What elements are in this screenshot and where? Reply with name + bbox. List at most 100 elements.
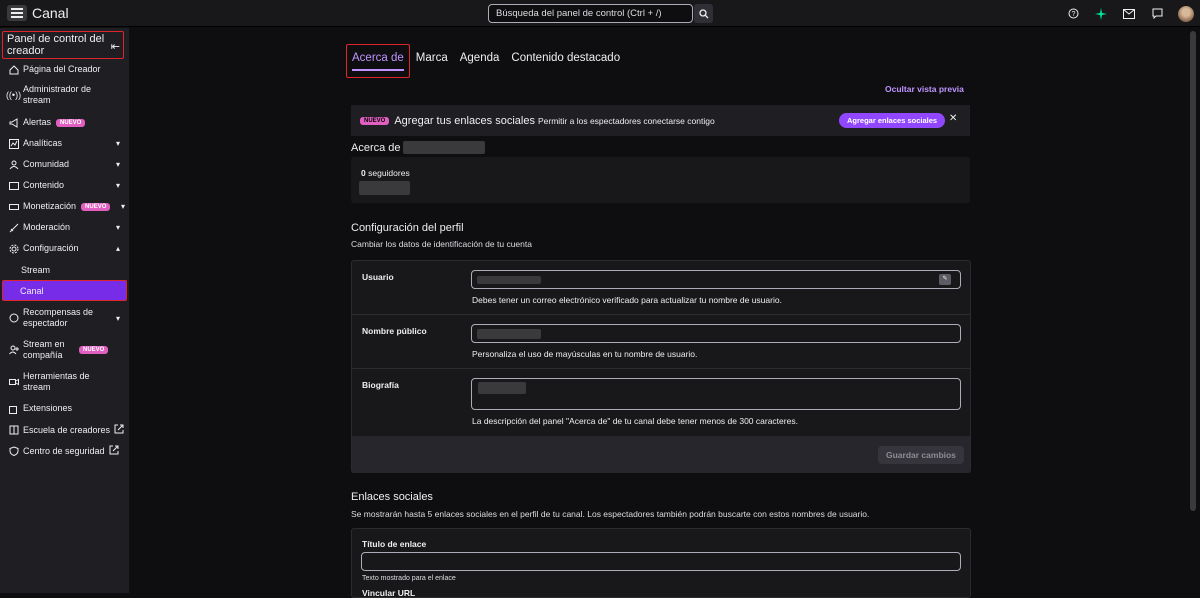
- scroll-thumb[interactable]: [1190, 31, 1196, 511]
- rewards-icon: [8, 313, 19, 324]
- sidebar-item-label: Comunidad: [23, 159, 70, 169]
- sidebar-item-label: Contenido: [23, 180, 65, 190]
- username-label: Usuario: [362, 272, 394, 282]
- display-name-field[interactable]: [471, 324, 961, 343]
- sidebar-item-viewer-rewards[interactable]: Recompensas de espectador ▾: [0, 306, 129, 330]
- puzzle-icon: [8, 403, 19, 414]
- external-link-icon: [114, 424, 124, 436]
- chat-icon[interactable]: [1150, 7, 1164, 21]
- chevron-down-icon: ▾: [115, 160, 120, 169]
- sidebar-item-label: Escuela de creadores: [23, 424, 111, 435]
- tab-featured-content[interactable]: Contenido destacado: [505, 44, 626, 78]
- edit-icon[interactable]: ✎: [939, 274, 951, 285]
- content-icon: [8, 180, 19, 191]
- link-title-label: Título de enlace: [362, 539, 427, 549]
- sidebar-item-stream-manager[interactable]: ((•)) Administrador de stream: [0, 83, 129, 107]
- sidebar-item-settings[interactable]: Configuración ▴: [0, 243, 129, 254]
- social-links-desc: Se mostrarán hasta 5 enlaces sociales en…: [351, 509, 870, 519]
- sidebar-item-content[interactable]: Contenido ▾: [0, 180, 129, 191]
- sidebar-item-label: Herramientas de stream: [23, 371, 90, 392]
- money-icon: [8, 201, 19, 212]
- broadcast-icon: ((•)): [5, 90, 22, 100]
- panel-footer: Guardar cambios: [352, 436, 970, 473]
- sidebar-item-community[interactable]: Comunidad ▾: [0, 159, 129, 170]
- gear-icon: [8, 243, 19, 254]
- megaphone-icon: [8, 117, 19, 128]
- sidebar-item-label: Administrador de stream: [23, 84, 92, 105]
- tab-about[interactable]: Acerca de: [346, 44, 410, 78]
- about-heading: Acerca de: [351, 141, 485, 154]
- divider: [352, 314, 970, 315]
- sidebar-item-creator-page[interactable]: Página del Creador: [0, 64, 129, 75]
- redacted-bio: [478, 382, 526, 394]
- sidebar-item-analytics[interactable]: Analíticas ▾: [0, 138, 129, 149]
- about-preview-card: 0 seguidores: [351, 157, 970, 203]
- bio-label: Biografía: [362, 380, 399, 390]
- tab-brand[interactable]: Marca: [410, 44, 454, 78]
- new-badge: NUEVO: [81, 202, 111, 211]
- sidebar-item-label: Recompensas de espectador: [23, 307, 94, 328]
- sidebar-item-extensions[interactable]: Extensiones: [0, 403, 129, 414]
- chevron-up-icon: ▴: [115, 244, 120, 253]
- menu-icon[interactable]: [7, 5, 27, 21]
- bio-textarea[interactable]: [471, 378, 961, 410]
- community-icon: [8, 159, 19, 170]
- tab-schedule[interactable]: Agenda: [454, 44, 506, 78]
- profile-settings-panel: Usuario ✎ Debes tener un correo electrón…: [351, 260, 971, 473]
- save-changes-button[interactable]: Guardar cambios: [878, 446, 964, 464]
- sidebar-item-label: Extensiones: [23, 403, 73, 413]
- collapse-icon[interactable]: ⇤: [111, 40, 120, 53]
- followers-count: 0 seguidores: [361, 168, 410, 178]
- search-icon: [698, 8, 708, 18]
- new-badge: NUEVO: [56, 118, 86, 127]
- sparkle-icon[interactable]: [1094, 7, 1108, 21]
- sidebar-subitem-stream[interactable]: Stream: [21, 265, 50, 275]
- search-input[interactable]: Búsqueda del panel de control (Ctrl + /): [488, 4, 693, 23]
- close-icon[interactable]: ✕: [949, 113, 957, 124]
- sidebar-item-stream-tools[interactable]: Herramientas de stream: [0, 370, 129, 394]
- book-icon: [8, 425, 19, 436]
- redacted-username: [477, 276, 541, 284]
- social-links-promo: NUEVO Agregar tus enlaces sociales Permi…: [351, 105, 970, 136]
- tab-label: Acerca de: [352, 52, 404, 64]
- redacted-channel-name: [402, 141, 485, 154]
- video-icon: [8, 377, 19, 388]
- avatar[interactable]: [1178, 5, 1194, 22]
- social-links-panel: Título de enlace Texto mostrado para el …: [351, 528, 971, 598]
- sidebar-item-monetization[interactable]: Monetización NUEVO ▾: [0, 201, 129, 212]
- help-icon[interactable]: ?: [1066, 7, 1080, 21]
- sword-icon: [8, 222, 19, 233]
- scrollbar[interactable]: [1187, 28, 1199, 593]
- chart-icon: [8, 138, 19, 149]
- sidebar-header: Panel de control del creador ⇤: [2, 31, 124, 59]
- username-field[interactable]: ✎: [471, 270, 961, 289]
- profile-settings-title: Configuración del perfil: [351, 222, 464, 234]
- external-link-icon: [109, 445, 119, 457]
- chevron-down-icon: ▾: [115, 139, 120, 148]
- sidebar-item-stream-together[interactable]: Stream en compañía NUEVO: [0, 338, 129, 362]
- top-bar: Canal Búsqueda del panel de control (Ctr…: [0, 0, 1200, 27]
- sidebar-subitem-canal[interactable]: Canal: [2, 280, 127, 301]
- sidebar-item-label: Monetización: [23, 201, 77, 211]
- sidebar-item-alerts[interactable]: Alertas NUEVO: [0, 117, 129, 128]
- sidebar-item-safety-center[interactable]: Centro de seguridad: [0, 445, 129, 457]
- sidebar-item-label: Centro de seguridad: [23, 445, 105, 456]
- add-social-links-button[interactable]: Agregar enlaces sociales: [839, 113, 946, 128]
- divider: [352, 368, 970, 369]
- user-plus-icon: [8, 345, 19, 356]
- about-heading-label: Acerca de: [351, 141, 401, 154]
- link-title-help: Texto mostrado para el enlace: [362, 575, 456, 582]
- app-title: Canal: [32, 5, 69, 21]
- sidebar-item-moderation[interactable]: Moderación ▾: [0, 222, 129, 233]
- search-button[interactable]: [694, 4, 713, 23]
- link-title-field[interactable]: [361, 552, 961, 571]
- redacted-display-name: [477, 329, 541, 339]
- chevron-down-icon: ▾: [115, 181, 120, 190]
- promo-description: Permitir a los espectadores conectarse c…: [537, 115, 715, 126]
- sidebar: Panel de control del creador ⇤ Página de…: [0, 28, 129, 593]
- hide-preview-link[interactable]: Ocultar vista previa: [885, 84, 964, 94]
- inbox-icon[interactable]: [1122, 7, 1136, 21]
- sidebar-item-creator-school[interactable]: Escuela de creadores: [0, 424, 129, 436]
- sidebar-item-label: Alertas: [23, 117, 52, 127]
- shield-icon: [8, 446, 19, 457]
